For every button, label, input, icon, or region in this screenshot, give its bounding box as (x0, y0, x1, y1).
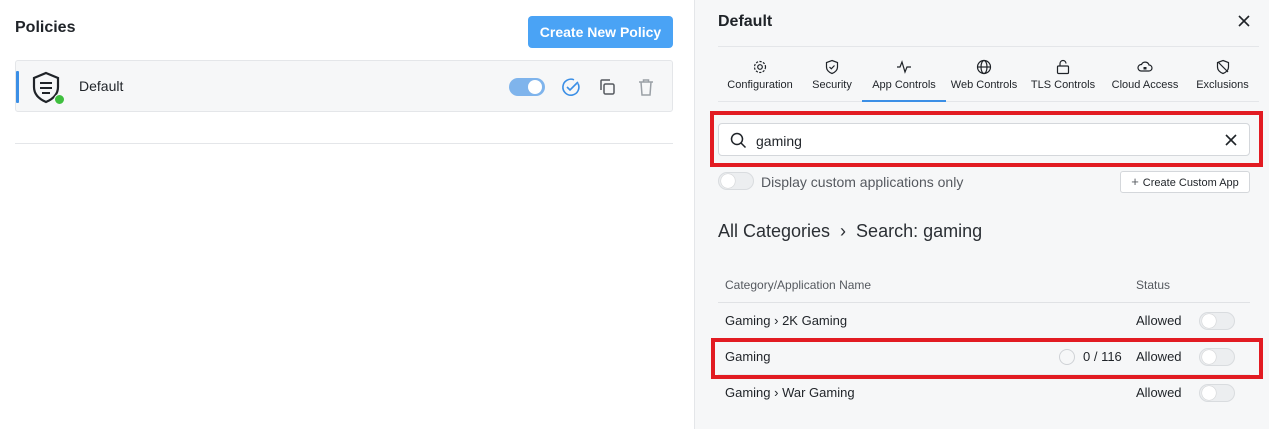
divider (15, 143, 673, 144)
column-header-status: Status (1136, 278, 1171, 292)
policy-enabled-toggle[interactable] (509, 78, 545, 96)
tab-label: Web Controls (950, 79, 1018, 91)
policy-detail-panel: Default Configuration Security App Contr… (694, 0, 1269, 429)
create-new-policy-button[interactable]: Create New Policy (528, 16, 673, 48)
globe-icon (976, 59, 992, 75)
pulse-icon (897, 60, 911, 74)
highlight-box-gaming-row (711, 338, 1263, 379)
online-status-dot (54, 94, 65, 105)
tab-label: Exclusions (1196, 79, 1249, 91)
row-allow-toggle[interactable] (1199, 384, 1235, 402)
table-header: Category/Application Name Status (718, 268, 1250, 303)
panel-title: Default (718, 13, 773, 30)
tab-bar: Configuration Security App Controls Web … (718, 46, 1259, 102)
create-custom-app-label: Create Custom App (1142, 177, 1239, 189)
tab-label: Cloud Access (1111, 79, 1179, 91)
tab-security[interactable]: Security (802, 47, 862, 101)
policy-name: Default (79, 78, 124, 94)
tab-label: App Controls (872, 79, 936, 91)
unlock-icon (1056, 59, 1070, 75)
gear-icon (753, 60, 767, 74)
selected-indicator (16, 71, 19, 103)
row-allow-toggle[interactable] (1199, 312, 1235, 330)
cloud-lock-icon (1137, 61, 1153, 72)
breadcrumb: All Categories › Search: gaming (718, 221, 983, 241)
create-custom-app-button[interactable]: + Create Custom App (1120, 171, 1250, 193)
row-status: Allowed (1136, 313, 1182, 328)
check-circle-icon[interactable] (561, 77, 581, 97)
row-status: Allowed (1136, 385, 1182, 400)
policy-row-default[interactable]: Default (15, 60, 673, 112)
tab-web-controls[interactable]: Web Controls (946, 47, 1022, 101)
custom-only-label: Display custom applications only (761, 174, 964, 190)
custom-only-toggle[interactable] (718, 172, 754, 190)
tab-label: Configuration (727, 79, 793, 91)
tab-configuration[interactable]: Configuration (718, 47, 802, 101)
copy-icon[interactable] (597, 77, 617, 97)
trash-icon[interactable] (636, 77, 656, 97)
tab-label: Security (812, 79, 852, 91)
table-row[interactable]: Gaming › War Gaming Allowed (718, 375, 1250, 411)
row-name: Gaming › 2K Gaming (725, 313, 848, 328)
policies-panel: Policies Create New Policy Default (0, 0, 694, 429)
plus-icon: + (1131, 174, 1139, 189)
tab-exclusions[interactable]: Exclusions (1186, 47, 1259, 101)
highlight-box-search (710, 111, 1263, 167)
row-name: Gaming › War Gaming (725, 385, 855, 400)
page-title: Policies (15, 19, 76, 36)
shield-check-icon (825, 59, 839, 75)
table-row[interactable]: Gaming › 2K Gaming Allowed (718, 303, 1250, 339)
tab-label: TLS Controls (1030, 79, 1096, 91)
tab-app-controls[interactable]: App Controls (862, 47, 946, 102)
column-header-name: Category/Application Name (725, 278, 872, 292)
shield-slash-icon (1216, 59, 1229, 75)
tab-cloud-access[interactable]: Cloud Access (1104, 47, 1186, 101)
tab-tls-controls[interactable]: TLS Controls (1022, 47, 1104, 101)
close-icon[interactable] (1235, 12, 1253, 30)
